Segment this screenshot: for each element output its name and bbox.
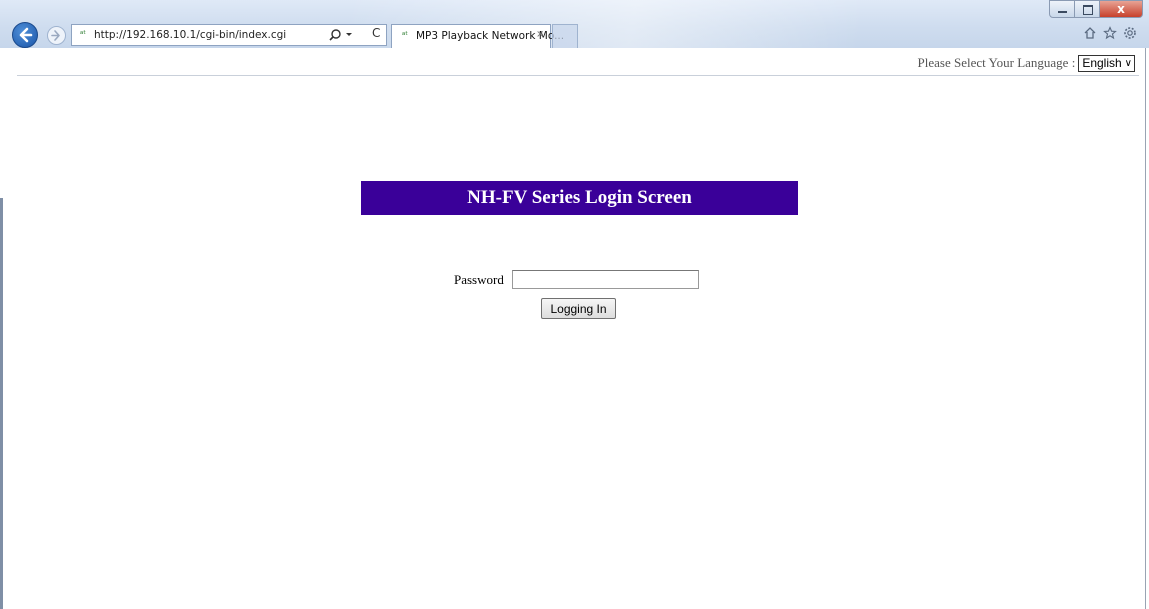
tab-active[interactable]: ᵃᵗ MP3 Playback Network Mo... × [391,24,564,48]
settings-gear-icon[interactable] [1123,26,1137,40]
language-select[interactable]: English ∨ [1078,54,1135,72]
site-favicon-icon: ᵃᵗ [79,30,87,40]
close-icon: x [1117,2,1125,16]
right-border-line [1145,48,1146,609]
forward-button[interactable] [47,26,66,45]
language-selector-row: Please Select Your Language : English ∨ [918,53,1135,73]
window-close-button[interactable]: x [1100,0,1143,18]
login-button[interactable]: Logging In [541,298,616,319]
minimize-button[interactable] [1049,0,1075,18]
maximize-button[interactable] [1075,0,1100,18]
new-tab-button[interactable] [552,24,578,48]
search-icon[interactable] [328,27,368,43]
url-text[interactable]: http://192.168.10.1/cgi-bin/index.cgi [94,29,286,41]
header-divider [17,75,1139,76]
tab-close-icon[interactable]: × [536,29,544,40]
password-row: Password [454,270,699,289]
page-content: Please Select Your Language : English ∨ … [0,48,1149,609]
window-controls: x [1049,0,1143,18]
forward-arrow-icon [51,30,60,41]
address-bar[interactable]: ᵃᵗ http://192.168.10.1/cgi-bin/index.cgi… [71,24,387,46]
password-label: Password [454,271,504,287]
left-border-line [0,198,3,609]
home-icon[interactable] [1083,26,1097,40]
back-arrow-icon [19,27,33,43]
login-title-banner: NH-FV Series Login Screen [361,181,798,215]
page-title: NH-FV Series Login Screen [467,187,692,208]
back-button[interactable] [12,22,38,48]
language-selected-value: English [1082,56,1122,70]
browser-toolbar [1083,26,1137,40]
favorites-star-icon[interactable] [1103,26,1117,40]
browser-chrome: ᵃᵗ http://192.168.10.1/cgi-bin/index.cgi… [0,0,1149,48]
password-input[interactable] [511,270,699,289]
chevron-down-icon: ∨ [1124,57,1132,69]
refresh-icon[interactable]: C [372,26,380,40]
tab-favicon-icon: ᵃᵗ [401,31,409,41]
language-label: Please Select Your Language : [917,55,1076,70]
